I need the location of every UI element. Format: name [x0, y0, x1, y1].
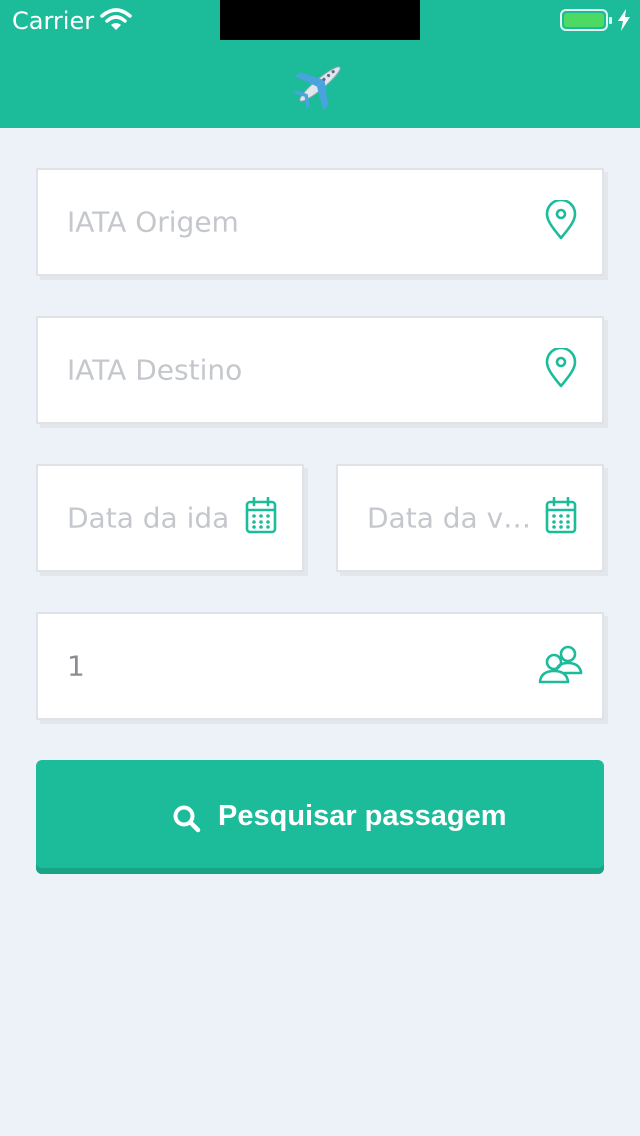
- screen-notch: [220, 0, 420, 40]
- charging-bolt-icon: [617, 9, 631, 35]
- destination-placeholder: IATA Destino: [67, 353, 243, 387]
- passengers-value: 1: [67, 649, 85, 683]
- search-icon: [172, 804, 202, 838]
- battery-icon: [560, 9, 614, 37]
- airplane-icon: [290, 56, 350, 116]
- calendar-icon: [545, 496, 577, 539]
- return-date-field[interactable]: Data da volta: [336, 464, 604, 572]
- origin-placeholder: IATA Origem: [67, 205, 239, 239]
- departure-date-placeholder: Data da ida: [67, 501, 230, 535]
- search-button-label: Pesquisar passagem: [218, 800, 507, 832]
- destination-field[interactable]: IATA Destino: [36, 316, 604, 424]
- status-bar: Carrier: [0, 0, 640, 40]
- origin-field[interactable]: IATA Origem: [36, 168, 604, 276]
- location-pin-icon: [544, 346, 578, 392]
- return-date-placeholder: Data da volta: [367, 501, 535, 535]
- passengers-field[interactable]: 1: [36, 612, 604, 720]
- search-button[interactable]: Pesquisar passagem: [36, 760, 604, 874]
- calendar-icon: [245, 496, 277, 539]
- carrier-label: Carrier: [12, 7, 95, 35]
- app-header: [0, 40, 640, 128]
- users-icon: [538, 644, 584, 688]
- wifi-icon: [100, 8, 132, 36]
- location-pin-icon: [544, 198, 578, 244]
- departure-date-field[interactable]: Data da ida: [36, 464, 304, 572]
